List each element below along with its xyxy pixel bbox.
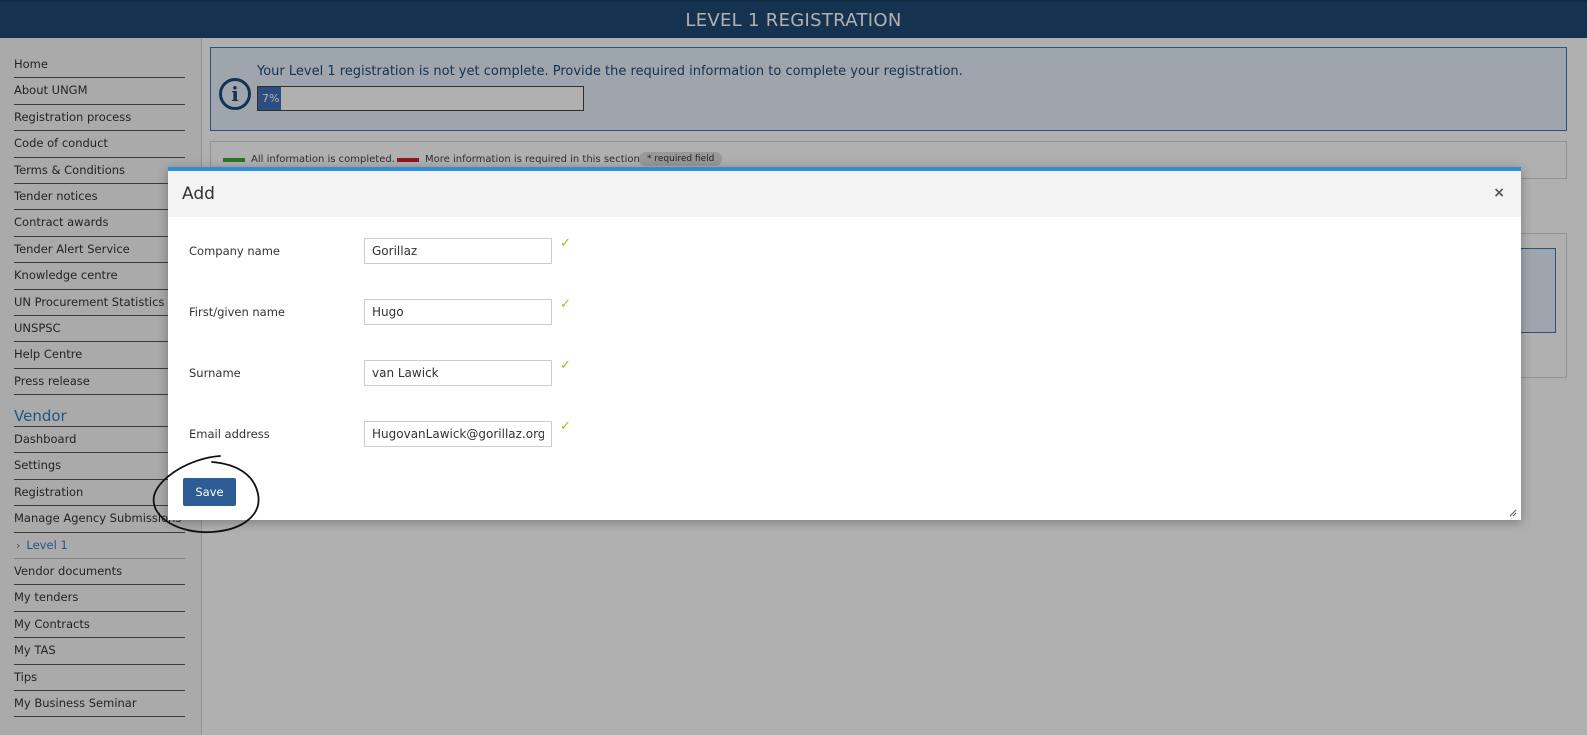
form-row-company: Company name ✓ (189, 236, 609, 264)
dialog-title: Add (182, 184, 215, 204)
first-name-label: First/given name (189, 305, 286, 319)
form-row-surname: Surname ✓ (189, 358, 609, 386)
form-row-first-name: First/given name ✓ (189, 297, 609, 325)
dialog-header: Add × (168, 171, 1521, 217)
close-icon[interactable]: × (1493, 185, 1505, 201)
checkmark-icon: ✓ (560, 419, 571, 434)
surname-label: Surname (189, 366, 241, 380)
company-name-label: Company name (189, 244, 280, 258)
first-name-field[interactable] (364, 299, 552, 325)
company-name-field[interactable] (364, 238, 552, 264)
checkmark-icon: ✓ (560, 297, 571, 312)
surname-field[interactable] (364, 360, 552, 386)
form-row-email: Email address ✓ (189, 419, 609, 447)
email-field[interactable] (364, 421, 552, 447)
checkmark-icon: ✓ (560, 358, 571, 373)
email-label: Email address (189, 427, 270, 441)
add-dialog: Add × Company name ✓ First/given name ✓ … (168, 167, 1521, 520)
save-button[interactable]: Save (183, 478, 236, 506)
resize-handle-icon[interactable] (1509, 509, 1517, 517)
checkmark-icon: ✓ (560, 236, 571, 251)
